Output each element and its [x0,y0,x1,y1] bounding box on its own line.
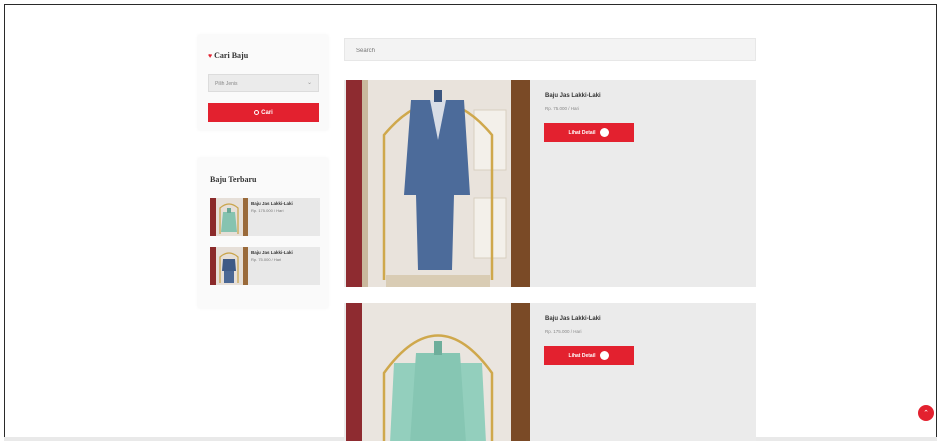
arrow-circle-icon [600,128,610,137]
product-name: Baju Jas Lakki-Laki [545,316,601,322]
product-price: Rp. 175.000 / Hari [545,329,582,334]
recent-products-title: Baju Terbaru [210,175,257,184]
product-card: Baju Jas Lakki-Laki Rp. 75.000 / Hari Li… [344,80,756,287]
recent-item-image [210,198,248,236]
recent-item-name: Baju Jas Lakki-Laki [251,250,293,255]
view-detail-label: Lihat Detail [568,352,596,359]
search-card-title: ♥ Cari Baju [208,51,248,60]
recent-item-image [210,247,248,285]
heart-icon: ♥ [208,52,213,60]
recent-products-card: Baju Terbaru Baju Jas Lakki-Laki Rp. 175… [198,158,328,308]
recent-item-price: Rp. 75.000 / Hari [251,257,282,262]
main-search-bar[interactable] [344,38,756,62]
recent-item[interactable]: Baju Jas Lakki-Laki Rp. 175.000 / Hari [210,198,320,236]
recent-item[interactable]: Baju Jas Lakki-Laki Rp. 75.000 / Hari [210,247,320,285]
search-card-title-text: Cari Baju [214,51,249,60]
arrow-circle-icon [600,351,610,360]
product-card: Baju Jas Lakki-Laki Rp. 175.000 / Hari L… [344,303,756,441]
product-image [346,303,530,441]
search-card: ♥ Cari Baju Pilih Jenis ⌄ Cari [198,35,328,130]
type-select-value: Pilih Jenis [215,81,238,87]
recent-item-name: Baju Jas Lakki-Laki [251,201,293,206]
product-image [346,80,530,287]
product-name: Baju Jas Lakki-Laki [545,93,601,99]
view-detail-label: Lihat Detail [568,129,596,136]
search-button[interactable]: Cari [208,103,319,122]
recent-item-price: Rp. 175.000 / Hari [251,208,284,213]
view-detail-button[interactable]: Lihat Detail [544,123,634,142]
type-select[interactable]: Pilih Jenis ⌄ [208,74,319,92]
chevron-down-icon: ⌄ [306,80,312,86]
search-icon [254,110,260,115]
product-price: Rp. 75.000 / Hari [545,106,580,111]
main-search-input[interactable] [345,40,755,62]
chevron-up-icon: ⌃ [923,410,929,417]
search-button-label: Cari [261,109,273,116]
scroll-top-button[interactable]: ⌃ [918,405,934,421]
view-detail-button[interactable]: Lihat Detail [544,346,634,365]
